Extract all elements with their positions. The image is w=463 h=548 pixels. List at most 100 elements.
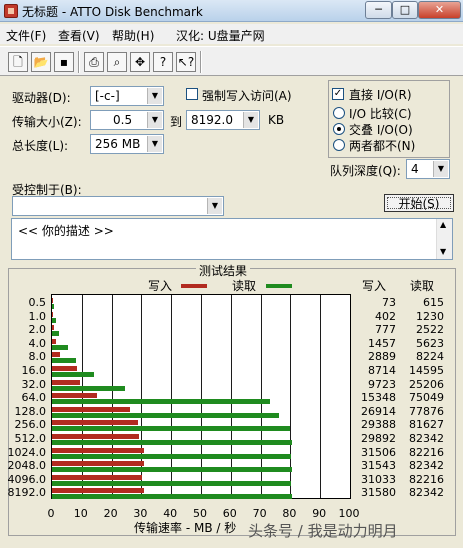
read-bar: [52, 440, 292, 445]
x-axis-label: 传输速率 - MB / 秒: [134, 521, 237, 535]
transfer-from-select[interactable]: 0.5 ▼: [90, 110, 164, 130]
read-bar: [52, 426, 290, 432]
total-length-value: 256 MB: [95, 137, 141, 151]
transfer-to-select[interactable]: 8192.0 ▼: [186, 110, 260, 130]
write-bar: [52, 406, 131, 412]
start-button[interactable]: 开始(S): [384, 194, 454, 212]
drive-select[interactable]: [-c-] ▼: [90, 86, 164, 106]
write-bar: [52, 325, 55, 331]
read-legend-label: 读取: [232, 279, 257, 293]
chevron-down-icon[interactable]: ▼: [147, 136, 162, 152]
write-bar: [52, 447, 144, 453]
save-icon[interactable]: ▪: [54, 52, 74, 72]
scroll-up-icon[interactable]: ▲: [440, 220, 446, 229]
toolbar-separator: [78, 51, 80, 73]
chevron-down-icon[interactable]: ▼: [207, 198, 222, 214]
write-bar: [52, 461, 144, 467]
neither-radio[interactable]: [333, 139, 345, 151]
print-preview-icon[interactable]: ⌕: [107, 52, 127, 72]
chevron-down-icon[interactable]: ▼: [433, 161, 448, 177]
drive-value: [-c-]: [95, 89, 120, 103]
x-tick-label: 0: [47, 507, 55, 520]
controlled-by-select[interactable]: ▼: [12, 196, 224, 216]
print-icon[interactable]: ⎙: [84, 52, 104, 72]
row-label: 2048.0: [7, 459, 47, 473]
row-label: 64.0: [21, 391, 47, 405]
toolbar: 🗋 📂 ▪ ⎙ ⌕ ✥ ? ↖?: [0, 46, 463, 76]
row-label: 1.0: [28, 309, 47, 323]
direct-write-checkbox[interactable]: [186, 88, 198, 100]
read-value: 81627: [409, 418, 444, 432]
read-value: 615: [423, 296, 444, 309]
read-value: 77876: [409, 404, 444, 418]
row-label: 8192.0: [7, 486, 47, 500]
read-value: 8224: [416, 350, 444, 364]
help-icon[interactable]: ?: [153, 52, 173, 72]
write-value: 73: [382, 296, 396, 309]
read-value: 5623: [416, 336, 444, 350]
chevron-down-icon[interactable]: ▼: [147, 112, 162, 128]
total-length-select[interactable]: 256 MB ▼: [90, 134, 164, 154]
queue-depth-label: 队列深度(Q):: [330, 164, 401, 178]
new-icon[interactable]: 🗋: [8, 52, 28, 72]
description-text: << 你的描述 >>: [18, 224, 114, 238]
overlapped-io-radio[interactable]: [333, 123, 345, 135]
read-value: 1230: [416, 309, 444, 323]
to-label: 到: [170, 115, 183, 129]
x-tick-label: 70: [252, 507, 267, 520]
x-tick-label: 10: [73, 507, 88, 520]
row-label: 16.0: [21, 364, 47, 377]
write-bar: [52, 366, 78, 371]
write-value: 29388: [361, 418, 396, 432]
row-label: 4096.0: [7, 472, 47, 486]
read-bar: [52, 412, 279, 418]
chevron-down-icon[interactable]: ▼: [147, 88, 162, 104]
x-tick-label: 80: [282, 507, 297, 520]
write-value: 31506: [361, 445, 396, 459]
write-bar: [52, 474, 143, 480]
description-field[interactable]: << 你的描述 >> ▲ ▼: [11, 218, 453, 260]
menu-help[interactable]: 帮助(H): [112, 27, 154, 44]
context-help-icon[interactable]: ↖?: [176, 52, 196, 72]
x-tick-label: 100: [338, 507, 360, 520]
io-compare-radio[interactable]: [333, 107, 345, 119]
write-bar: [52, 379, 81, 385]
close-button[interactable]: ✕: [418, 1, 461, 19]
read-bar: [52, 467, 292, 473]
write-value: 2889: [368, 350, 396, 364]
drive-label: 驱动器(D):: [12, 91, 71, 105]
write-bar: [52, 420, 138, 426]
window-title: 无标题 - ATTO Disk Benchmark: [22, 5, 203, 19]
x-tick-label: 20: [103, 507, 118, 520]
description-scrollbar[interactable]: ▲ ▼: [436, 219, 452, 259]
total-length-label: 总长度(L):: [12, 139, 69, 153]
read-bar: [52, 399, 271, 405]
row-label: 128.0: [14, 404, 47, 418]
read-value: 2522: [416, 323, 444, 337]
read-bar: [52, 494, 292, 500]
write-value: 29892: [361, 432, 396, 445]
write-value: 31033: [361, 472, 396, 486]
start-button-label: 开始(S): [387, 197, 451, 210]
minimize-button[interactable]: ─: [365, 1, 392, 19]
move-icon[interactable]: ✥: [130, 52, 150, 72]
read-bar: [52, 358, 76, 364]
open-icon[interactable]: 📂: [31, 52, 51, 72]
read-bar: [52, 480, 292, 486]
row-label: 512.0: [14, 432, 47, 445]
write-value: 31543: [361, 459, 396, 473]
menu-localization[interactable]: 汉化: U盘量产网: [176, 27, 265, 44]
chevron-down-icon[interactable]: ▼: [243, 112, 258, 128]
read-value: 82216: [409, 445, 444, 459]
menu-view[interactable]: 查看(V): [58, 27, 100, 44]
scroll-down-icon[interactable]: ▼: [440, 247, 446, 256]
maximize-button[interactable]: □: [392, 1, 418, 19]
read-bar: [52, 453, 292, 459]
write-value: 1457: [368, 336, 396, 350]
read-bar: [52, 304, 54, 309]
read-bar: [52, 331, 60, 337]
queue-depth-value: 4: [411, 162, 419, 176]
queue-depth-select[interactable]: 4 ▼: [406, 159, 450, 179]
write-legend-label: 写入: [148, 279, 173, 293]
menu-file[interactable]: 文件(F): [6, 27, 46, 44]
